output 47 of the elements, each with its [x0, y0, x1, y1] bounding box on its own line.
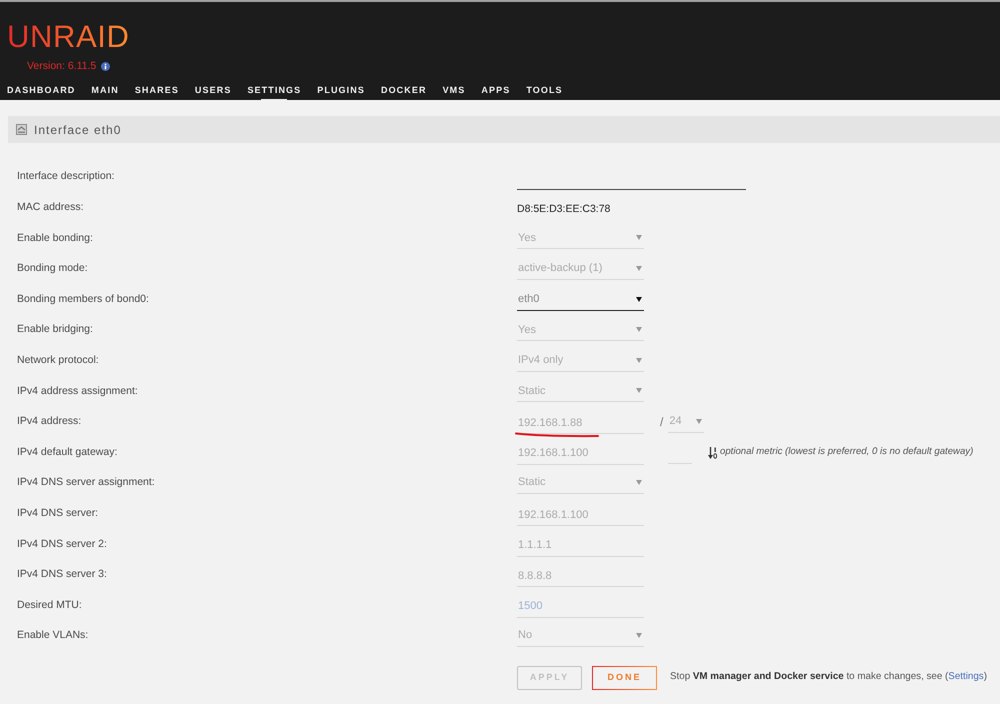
caret-icon	[636, 388, 642, 394]
nav-tab[interactable]: SHARES	[134, 84, 179, 101]
field-label: Network protocol:	[17, 352, 100, 368]
caret-icon	[636, 266, 642, 272]
caret-icon	[696, 419, 702, 424]
field-label: IPv4 DNS server:	[17, 506, 100, 521]
field-label: Enable bonding:	[17, 230, 94, 246]
action-button[interactable]: DONE	[592, 666, 657, 690]
field-label: Enable VLANs:	[17, 628, 90, 644]
panel-icon	[16, 124, 27, 135]
nav-tab[interactable]: DASHBOARD	[7, 84, 76, 101]
nav-tab[interactable]: APPS	[481, 84, 510, 101]
panel-title: Interface eth0	[34, 122, 122, 138]
nav-tab[interactable]: MAIN	[91, 84, 119, 101]
info-icon	[101, 62, 110, 70]
caret-icon	[636, 235, 642, 240]
notice-text: Stop VM manager and Docker service to make changes, see (Settings)	[670, 670, 987, 684]
nav-tab[interactable]: DOCKER	[380, 84, 427, 101]
field-label: Enable bridging:	[17, 322, 94, 338]
caret-icon	[636, 296, 642, 302]
nav-tab[interactable]: SETTINGS	[247, 84, 302, 101]
settings-link[interactable]: Settings	[948, 671, 984, 682]
nav-tab[interactable]: VMS	[442, 84, 466, 101]
nav-tab[interactable]: TOOLS	[526, 84, 563, 101]
nav-tab[interactable]: USERS	[194, 84, 232, 101]
field-label: IPv4 address:	[17, 414, 82, 430]
field-label: Interface description:	[17, 169, 116, 184]
select-field[interactable]: eth0	[517, 288, 644, 311]
field-label: IPv4 address assignment:	[17, 384, 139, 399]
separator-text: /	[660, 414, 664, 432]
field-label: MAC address:	[17, 200, 85, 216]
field-label: IPv4 DNS server 3:	[17, 567, 108, 582]
caret-icon	[636, 480, 642, 486]
caret-icon	[636, 327, 642, 332]
field-label: Bonding members of bond0:	[17, 292, 150, 307]
caret-icon	[636, 633, 642, 638]
field-value: D8:5E:D3:EE:C3:78	[517, 202, 610, 215]
sort-icon	[708, 446, 717, 459]
version-text: Version: 6.11.5	[27, 59, 96, 73]
caret-icon	[636, 358, 642, 363]
field-label: IPv4 default gateway:	[17, 444, 118, 460]
field-label: Desired MTU:	[17, 598, 83, 613]
field-label: IPv4 DNS server 2:	[17, 536, 108, 552]
nav-tab[interactable]: PLUGINS	[317, 84, 365, 101]
hint-text: optional metric (lowest is preferred, 0 is no default gateway)	[720, 445, 974, 460]
field-label: Bonding mode:	[17, 261, 89, 276]
field-label: IPv4 DNS server assignment:	[17, 475, 156, 490]
